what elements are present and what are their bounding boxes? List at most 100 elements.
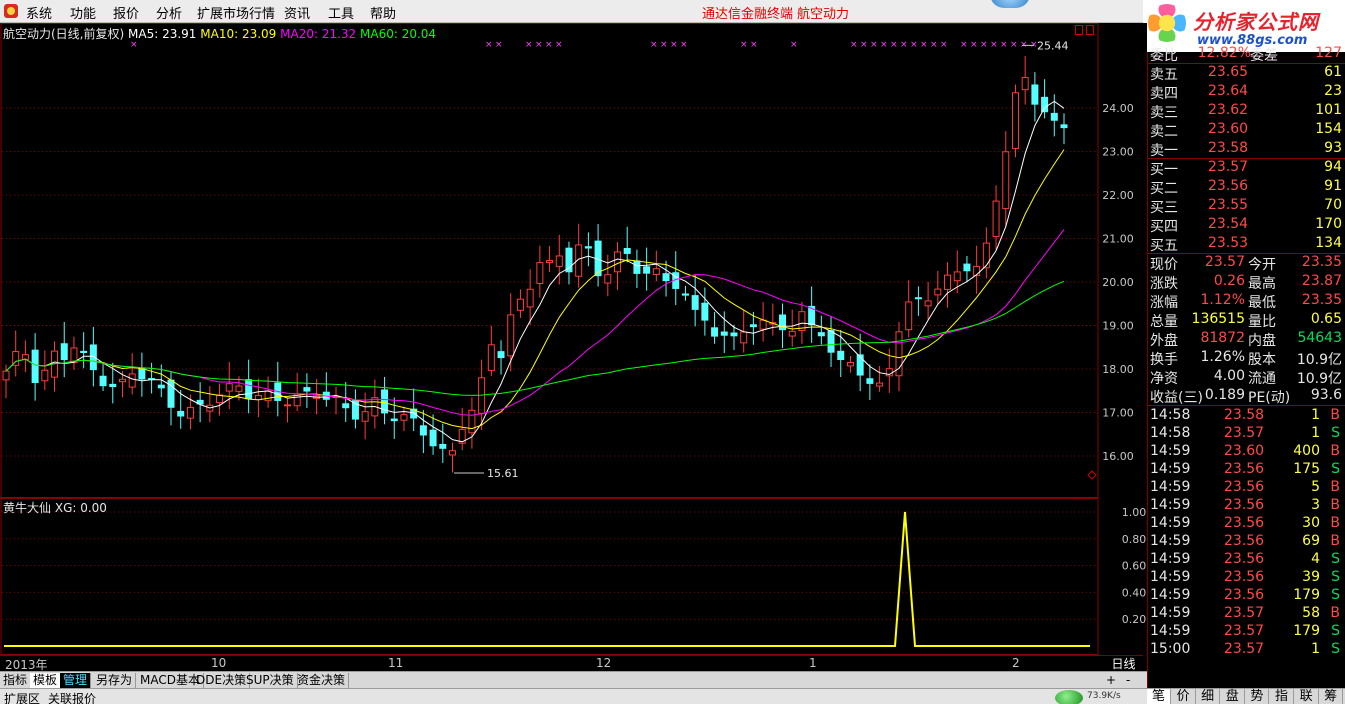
bid-label: 买五 xyxy=(1150,238,1178,254)
stat-row: 收益(三) 0.189 PE(动) 93.6 xyxy=(1148,386,1345,406)
quote-tab[interactable]: 笔 xyxy=(1147,689,1171,704)
status-extended-area[interactable]: 扩展区 xyxy=(4,690,40,704)
menu-system[interactable]: 系统 xyxy=(26,3,52,22)
quote-tab[interactable]: 价 xyxy=(1172,689,1196,704)
date-label: 11 xyxy=(388,656,404,670)
tab-manage[interactable]: 管理 xyxy=(60,673,92,688)
maximize-icon[interactable] xyxy=(1086,25,1094,35)
tick-volume: 30 xyxy=(1302,515,1320,531)
signal-x-mark: × xyxy=(555,40,563,50)
tick-price: 23.57 xyxy=(1224,605,1265,621)
tab-dde[interactable]: DDE决策 xyxy=(193,673,251,688)
candle-body xyxy=(730,332,738,337)
ask-label: 卖四 xyxy=(1150,86,1178,102)
quote-tabbar: 笔价细盘势指联筹 xyxy=(1147,688,1345,704)
bid-label: 买三 xyxy=(1150,200,1178,216)
network-speed: 73.9K/s xyxy=(1087,691,1121,701)
tick-side: S xyxy=(1331,569,1340,585)
tab-save-as[interactable]: 另存为 xyxy=(93,673,137,688)
stat-value: 10.9亿 xyxy=(1296,352,1342,368)
status-linked-quote[interactable]: 关联报价 xyxy=(48,690,96,704)
candle-body xyxy=(138,367,146,380)
candle-body xyxy=(1002,151,1010,210)
restore-icon[interactable] xyxy=(1075,25,1083,35)
tick-row: 14:59 23.56 4 S xyxy=(1148,550,1345,568)
tick-price: 23.56 xyxy=(1224,533,1265,549)
signal-x-mark: × xyxy=(970,40,978,50)
indicator-tick-label: 1.00 xyxy=(1122,506,1147,519)
tick-row: 14:59 23.56 3 B xyxy=(1148,496,1345,514)
tick-price: 23.56 xyxy=(1224,587,1265,603)
date-label: 10 xyxy=(211,656,227,670)
candle-body xyxy=(856,354,864,376)
ask-row: 卖二 23.60 154 xyxy=(1148,120,1345,140)
menu-quote[interactable]: 报价 xyxy=(113,3,139,22)
quote-tab[interactable]: 细 xyxy=(1196,689,1221,704)
stat-label: 流通 xyxy=(1248,371,1276,387)
tab-fund[interactable]: 资金决策 xyxy=(294,673,350,688)
date-label: 2 xyxy=(1012,656,1020,670)
tick-row: 14:59 23.56 175 S xyxy=(1148,460,1345,478)
candle-body xyxy=(953,271,961,282)
zoom-out-button[interactable]: - xyxy=(1126,673,1130,687)
candle-body xyxy=(361,411,369,422)
period-label[interactable]: 日线 xyxy=(1100,655,1147,671)
tick-volume: 69 xyxy=(1302,533,1320,549)
ask-row: 卖四 23.64 23 xyxy=(1148,82,1345,102)
price-tick-label: 18.00 xyxy=(1102,363,1134,376)
tab-indicator[interactable]: 指标 xyxy=(0,673,32,688)
tick-volume: 3 xyxy=(1311,497,1320,513)
signal-x-mark: × xyxy=(740,40,748,50)
candle-body xyxy=(711,327,719,337)
kline-chart[interactable]: 24.00 23.00 22.00 21.00 20.00 19.00 18.00 17.00… xyxy=(0,23,1147,655)
tick-time: 14:59 xyxy=(1150,515,1191,531)
menu-tools[interactable]: 工具 xyxy=(328,3,354,22)
ask-volume: 101 xyxy=(1315,102,1342,118)
candle-body xyxy=(536,262,544,284)
candle-body xyxy=(507,314,515,357)
stat-label: 今开 xyxy=(1248,257,1276,273)
ask-price: 23.62 xyxy=(1208,102,1249,118)
ask-label: 卖一 xyxy=(1150,143,1178,159)
candle-body xyxy=(429,429,437,447)
ask-volume: 93 xyxy=(1324,140,1342,156)
menu-help[interactable]: 帮助 xyxy=(370,3,396,22)
tick-time: 14:59 xyxy=(1150,569,1191,585)
bid-price: 23.57 xyxy=(1208,159,1249,175)
zoom-in-button[interactable]: + xyxy=(1106,673,1116,687)
banner-title: 分析家公式网 xyxy=(1193,10,1319,34)
status-bar: 扩展区 关联报价 73.9K/s xyxy=(0,688,1147,704)
quote-tab[interactable]: 筹 xyxy=(1319,689,1344,704)
price-tick-label: 20.00 xyxy=(1102,276,1134,289)
tick-side: B xyxy=(1330,479,1340,495)
candle-body xyxy=(905,301,913,331)
bid-row: 买一 23.57 94 xyxy=(1148,158,1345,178)
menu-news[interactable]: 资讯 xyxy=(284,3,310,22)
bid-label: 买二 xyxy=(1150,181,1178,197)
menu-function[interactable]: 功能 xyxy=(70,3,96,22)
signal-x-mark: × xyxy=(880,40,888,50)
menu-extended-market[interactable]: 扩展市场行情 xyxy=(197,3,275,22)
quote-tab[interactable]: 势 xyxy=(1245,689,1270,704)
candle-body xyxy=(701,302,709,321)
terminal-title: 通达信金融终端 xyxy=(702,7,794,22)
tick-side: B xyxy=(1330,533,1340,549)
tick-side: B xyxy=(1330,497,1340,513)
stat-row: 外盘 81872 内盘 54643 xyxy=(1148,329,1345,349)
tick-volume: 1 xyxy=(1311,641,1320,657)
candle-body xyxy=(177,410,185,417)
quote-tab[interactable]: 盘 xyxy=(1221,689,1245,704)
order-ratio-label: 委比 xyxy=(1150,48,1178,64)
menu-analysis[interactable]: 分析 xyxy=(156,3,182,22)
signal-x-mark: × xyxy=(1000,40,1008,50)
quote-tab[interactable]: 指 xyxy=(1270,689,1294,704)
bid-price: 23.56 xyxy=(1208,178,1249,194)
tab-template[interactable]: 模板 xyxy=(30,673,62,688)
globe-icon[interactable] xyxy=(990,0,1030,8)
chart-window-controls[interactable] xyxy=(1075,25,1097,37)
bid-price: 23.54 xyxy=(1208,216,1249,232)
stock-title: 航空动力(日线,前复权) xyxy=(3,27,125,41)
quote-tab[interactable]: 联 xyxy=(1295,689,1319,704)
signal-x-mark: × xyxy=(485,40,493,50)
tab-sup[interactable]: SUP决策 xyxy=(243,673,298,688)
